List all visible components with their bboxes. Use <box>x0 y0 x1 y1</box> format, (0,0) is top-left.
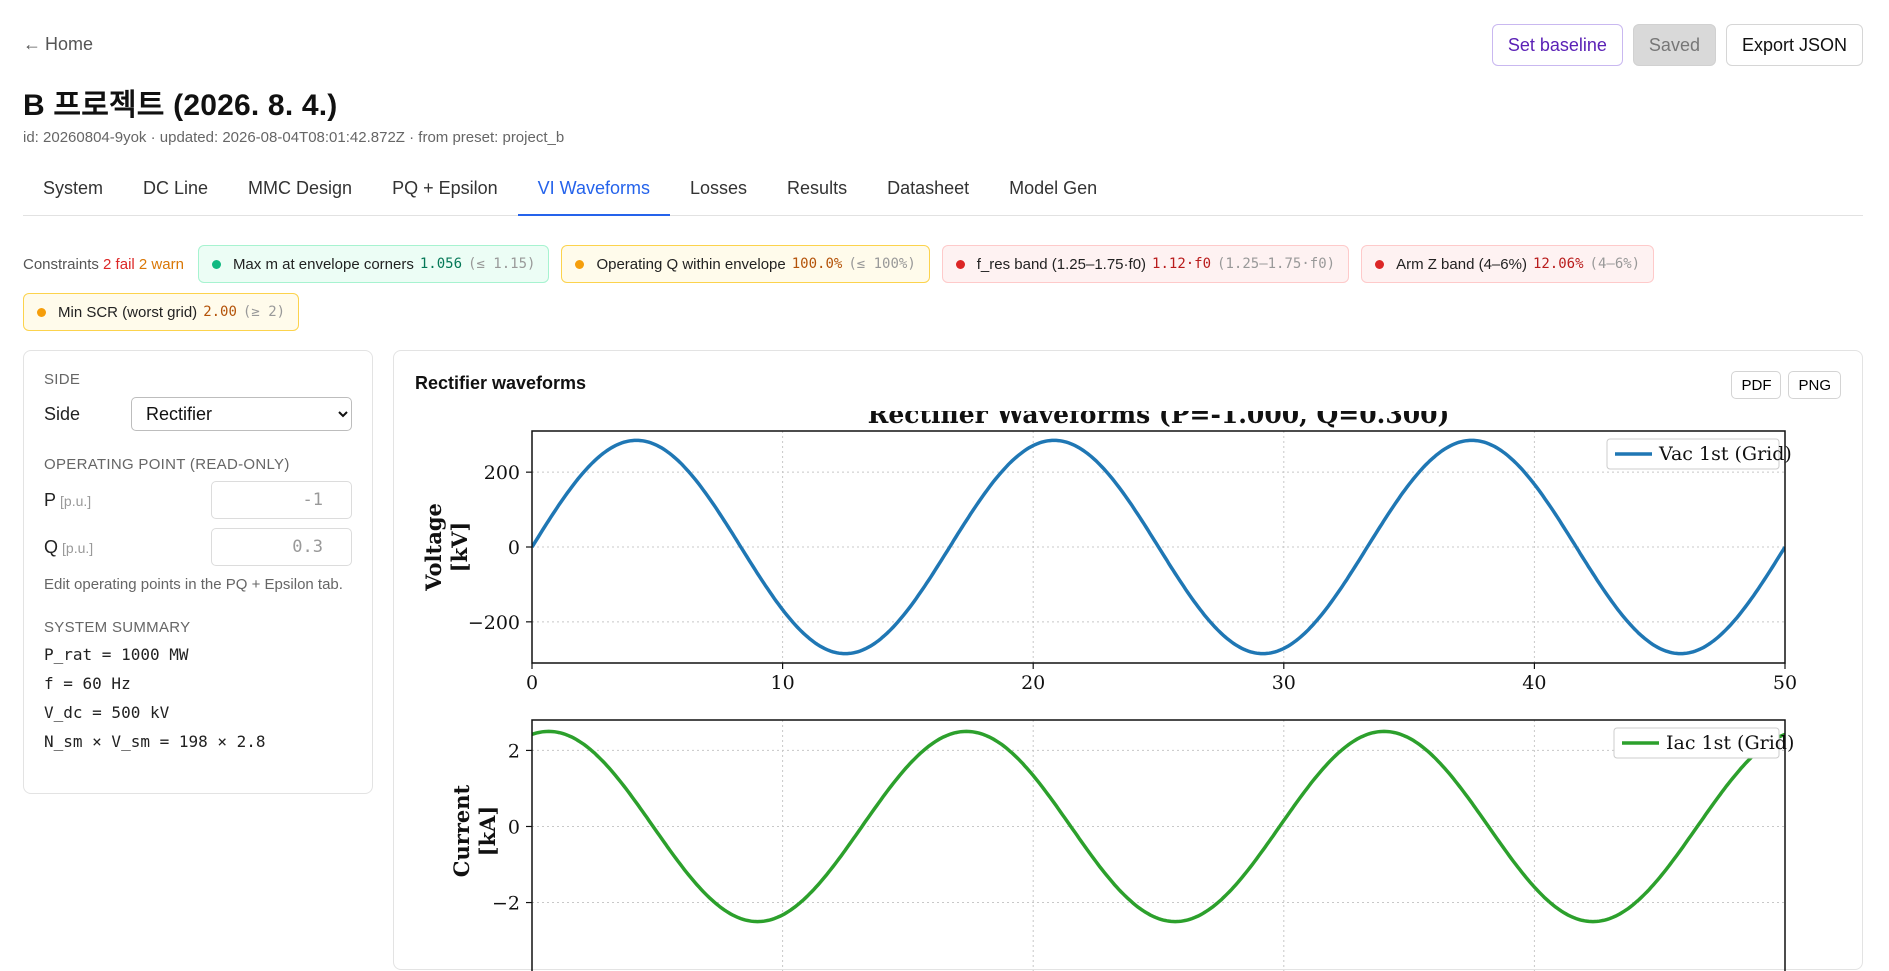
constraint-limit: (1.25–1.75·f0) <box>1217 256 1336 272</box>
waveform-card: Rectifier waveforms PDF PNG Rectifier Wa… <box>393 350 1863 971</box>
system-summary: P_rat = 1000 MW f = 60 Hz V_dc = 500 kV N_s… <box>44 645 352 751</box>
tab-system[interactable]: System <box>23 168 123 216</box>
project-meta: id: 20260804-9yok · updated: 2026-08-04T… <box>23 129 565 146</box>
constraint-chip[interactable]: Min SCR (worst grid) 2.00 (≥ 2) <box>23 293 300 331</box>
tab-datasheet[interactable]: Datasheet <box>867 168 989 216</box>
x-tick-label: 10 <box>771 672 795 694</box>
constraint-label: Max m at envelope corners <box>232 255 414 273</box>
constraint-label: Operating Q within envelope <box>596 255 786 273</box>
status-dot-icon <box>575 259 585 269</box>
constraint-limit: (4–6%) <box>1589 256 1641 272</box>
tab-model-gen[interactable]: Model Gen <box>989 168 1117 216</box>
p-label: P <box>44 489 57 510</box>
q-label-group: Q [p.u.] <box>44 537 93 558</box>
y-tick-label: 0 <box>508 816 520 838</box>
operating-point-hint: Edit operating points in the PQ + Epsilo… <box>44 576 343 593</box>
constraint-label: Min SCR (worst grid) <box>58 303 198 321</box>
y-tick-label: 2 <box>508 740 520 762</box>
home-link[interactable]: ← Home <box>23 34 93 55</box>
constraints-label: Constraints <box>23 255 99 273</box>
constraint-limit: (≤ 1.15) <box>468 256 536 272</box>
constraint-value: 1.056 <box>419 256 463 272</box>
y-tick-label: −2 <box>492 893 520 915</box>
y-tick-label: 0 <box>508 537 520 559</box>
status-dot-icon <box>955 259 965 269</box>
top-bar: ← Home Set baseline Saved Export JSON <box>23 24 1863 76</box>
plot-frame <box>531 719 1786 971</box>
q-unit: [p.u.] <box>62 539 94 556</box>
side-label: Side <box>44 403 81 424</box>
side-section-heading: SIDE <box>44 371 81 388</box>
x-tick-label: 0 <box>526 672 538 694</box>
summary-line: P_rat = 1000 MW <box>44 645 189 664</box>
side-panel: SIDE Side Rectifier OPERATING POINT (REA… <box>23 350 373 794</box>
legend-label: Vac 1st (Grid) <box>1658 443 1792 465</box>
q-row: Q [p.u.] <box>44 528 352 566</box>
q-input[interactable] <box>211 528 352 566</box>
y-tick-label: 200 <box>484 462 520 484</box>
y-axis-label: Current[kA] <box>449 784 500 877</box>
constraint-chip[interactable]: Arm Z band (4–6%) 12.06% (4–6%) <box>1361 245 1655 283</box>
export-json-button[interactable]: Export JSON <box>1725 24 1863 66</box>
x-tick-label: 40 <box>1522 672 1546 694</box>
y-axis-label: Voltage[kV] <box>421 503 472 592</box>
card-actions: PDF PNG <box>1731 371 1841 399</box>
chart-title: Rectifier Waveforms (P=-1.000, Q=0.300) <box>868 411 1450 429</box>
side-row: Side Rectifier <box>44 397 352 431</box>
constraints-bar: Constraints 2 fail 2 warn Max m at envel… <box>23 245 1863 331</box>
x-tick-label: 50 <box>1773 672 1797 694</box>
constraint-chip[interactable]: Operating Q within envelope 100.0% (≤ 100%… <box>561 245 930 283</box>
constraint-label: f_res band (1.25–1.75·f0) <box>976 255 1147 273</box>
q-label: Q <box>44 536 59 557</box>
side-select[interactable]: Rectifier <box>131 397 352 431</box>
p-label-group: P [p.u.] <box>44 490 91 511</box>
tab-results[interactable]: Results <box>767 168 867 216</box>
download-pdf-button[interactable]: PDF <box>1731 371 1782 399</box>
tab-vi-waveforms[interactable]: VI Waveforms <box>517 168 670 216</box>
y-tick-label: −200 <box>468 612 520 634</box>
constraint-label: Arm Z band (4–6%) <box>1396 255 1527 273</box>
back-arrow-icon: ← <box>23 34 41 54</box>
home-link-label: Home <box>45 34 94 54</box>
p-input[interactable] <box>211 481 352 519</box>
summary-line: V_dc = 500 kV <box>44 703 170 722</box>
top-actions: Set baseline Saved Export JSON <box>1491 24 1863 66</box>
constraint-chip[interactable]: Max m at envelope corners 1.056 (≤ 1.15) <box>197 245 550 283</box>
page-title: B 프로젝트 (2026. 8. 4.) <box>23 89 338 122</box>
constraint-limit: (≤ 100%) <box>848 256 916 272</box>
saved-button[interactable]: Saved <box>1632 24 1716 66</box>
operating-point-heading: OPERATING POINT (READ-ONLY) <box>44 456 290 473</box>
p-row: P [p.u.] <box>44 481 352 519</box>
tab-bar: System DC Line MMC Design PQ + Epsilon VI Wa… <box>23 168 1863 216</box>
summary-line: f = 60 Hz <box>44 674 131 693</box>
tab-mmc-design[interactable]: MMC Design <box>228 168 372 216</box>
constraint-value: 1.12·f0 <box>1152 256 1212 272</box>
status-dot-icon <box>211 259 221 269</box>
x-tick-label: 20 <box>1021 672 1045 694</box>
system-summary-heading: SYSTEM SUMMARY <box>44 619 191 636</box>
constraint-value: 100.0% <box>791 256 843 272</box>
download-png-button[interactable]: PNG <box>1788 371 1841 399</box>
constraint-chip[interactable]: f_res band (1.25–1.75·f0) 1.12·f0 (1.25–1.… <box>941 245 1350 283</box>
constraints-fail-count: 2 fail <box>103 255 135 273</box>
set-baseline-button[interactable]: Set baseline <box>1491 24 1623 66</box>
tab-pq-epsilon[interactable]: PQ + Epsilon <box>372 168 518 216</box>
constraint-value: 2.00 <box>203 304 237 320</box>
legend-label: Iac 1st (Grid) <box>1666 732 1794 754</box>
x-tick-label: 30 <box>1272 672 1296 694</box>
constraints-summary: Constraints 2 fail 2 warn <box>23 256 184 273</box>
constraint-limit: (≥ 2) <box>242 304 286 320</box>
status-dot-icon <box>1375 259 1385 269</box>
card-title: Rectifier waveforms <box>415 373 587 393</box>
constraint-value: 12.06% <box>1532 256 1584 272</box>
status-dot-icon <box>37 307 46 317</box>
waveform-plot: Rectifier Waveforms (P=-1.000, Q=0.300) −… <box>421 411 1797 971</box>
tab-losses[interactable]: Losses <box>670 168 767 216</box>
p-unit: [p.u.] <box>60 492 92 509</box>
tab-dc-line[interactable]: DC Line <box>123 168 228 216</box>
constraints-warn-count: 2 warn <box>138 255 184 273</box>
summary-line: N_sm × V_sm = 198 × 2.8 <box>44 732 266 751</box>
